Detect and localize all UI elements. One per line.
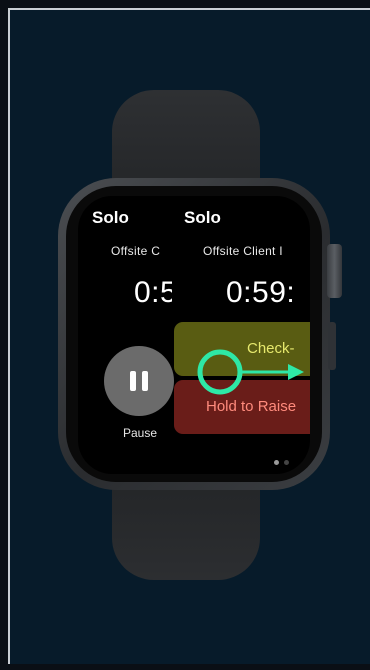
page-dot-active	[274, 460, 279, 465]
watch-screen: Solo Offsite C 0:5 Solo Offsite Client I…	[78, 196, 310, 474]
screen-title-left: Solo	[92, 208, 129, 227]
digital-crown[interactable]	[327, 244, 342, 298]
timer-right: 0:59:	[226, 276, 296, 309]
swipe-right-icon	[197, 349, 304, 395]
pause-label: Pause	[122, 426, 158, 440]
side-button[interactable]	[328, 322, 336, 370]
page-indicator	[274, 460, 289, 465]
screen-subtitle-left: Offsite C	[111, 244, 161, 258]
screen-subtitle-right: Offsite Client I	[203, 244, 283, 258]
timer-left: 0:5	[134, 276, 172, 309]
hold-to-raise-label: Hold to Raise	[206, 398, 297, 415]
pause-icon	[130, 371, 148, 391]
pause-button[interactable]	[104, 346, 174, 416]
screen-title-right: Solo	[184, 208, 221, 227]
page-dot	[284, 460, 289, 465]
